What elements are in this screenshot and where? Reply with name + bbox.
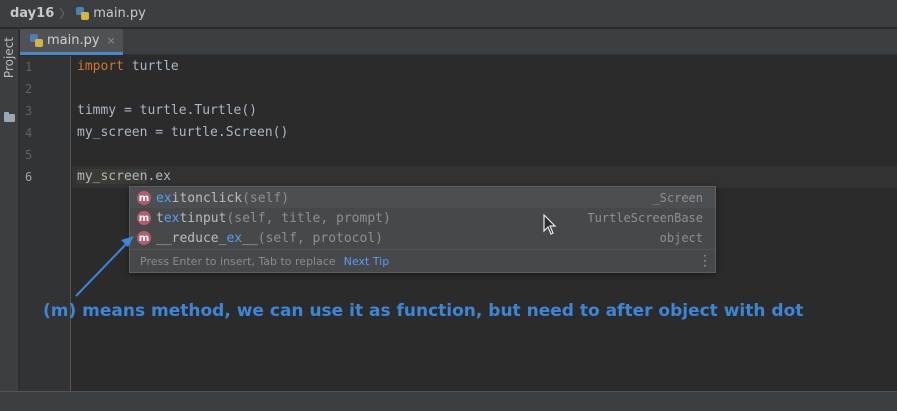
completion-item-name: textinput(self, title, prompt) [156,211,391,226]
code-text: .ex [147,169,171,184]
tab-label: main.py [47,33,100,48]
completion-footer: Press Enter to insert, Tab to replace Ne… [130,249,715,272]
annotation-caption: (m) means method, we can use it as funct… [43,301,804,321]
line-number-gutter: 1 2 3 4 5 6 [20,56,71,391]
tab-main-py[interactable]: main.py × [20,29,123,55]
folder-icon[interactable] [4,112,15,122]
name-match: ex [226,230,243,246]
code-line-4[interactable]: my_screen = turtle.Screen() [77,125,288,140]
code-completion-popup: m exitonclick(self) _Screen m textinput(… [129,186,716,273]
completion-item-name: __reduce_ex__(self, protocol) [156,231,383,246]
current-line-highlight [72,166,897,188]
name-match: ex [156,190,172,206]
signature: (self, title, prompt) [226,210,391,226]
vertical-dots-icon[interactable]: · · · [703,250,707,272]
completion-item-type: TurtleScreenBase [587,211,703,225]
completion-item[interactable]: m __reduce_ex__(self, protocol) object [130,228,715,248]
name-suffix: tinput [179,210,227,226]
breadcrumb-file[interactable]: main.py [76,6,146,21]
breadcrumb-separator-icon: 〉 [59,7,72,21]
code-line-1[interactable]: import turtle [77,59,179,74]
name-prefix: __reduce_ [156,230,227,246]
completion-item-type: _Screen [652,191,703,205]
code-line-3[interactable]: timmy = turtle.Turtle() [77,103,257,118]
name-match: ex [163,210,180,226]
line-number: 1 [25,60,33,74]
identifier-highlight: my_screen [77,169,148,184]
line-number: 3 [25,104,33,118]
method-icon: m [137,231,151,245]
close-icon[interactable]: × [107,34,116,47]
completion-item-name: exitonclick(self) [156,191,289,206]
method-icon: m [137,211,151,225]
completion-item[interactable]: m textinput(self, title, prompt) TurtleS… [130,208,715,228]
signature: (self) [242,190,290,206]
mouse-cursor-icon [543,214,557,235]
project-tool-button[interactable]: Project [2,37,16,78]
completion-item-type: object [659,231,703,245]
breadcrumb-file-label: main.py [93,6,146,21]
signature: (self, protocol) [257,230,383,246]
completion-hint: Press Enter to insert, Tab to replace [140,254,336,268]
code-line-6[interactable]: my_screen.ex [77,169,171,184]
navigation-bar: day16 〉 main.py [0,0,897,28]
python-file-icon [76,7,90,20]
name-prefix: t [156,210,164,226]
line-number: 4 [25,126,33,140]
next-tip-link[interactable]: Next Tip [344,255,390,268]
bottom-tool-bar [0,391,897,411]
tool-window-strip: Project [0,29,19,391]
completion-item[interactable]: m exitonclick(self) _Screen [130,188,715,208]
editor-tab-bar: main.py × [20,29,897,55]
name-suffix: itonclick [171,190,243,206]
method-icon: m [137,191,151,205]
line-number: 2 [25,82,33,96]
breadcrumb-project[interactable]: day16 [10,6,54,21]
line-number-current: 6 [25,170,33,184]
line-number: 5 [25,148,33,162]
keyword-import: import [77,59,124,74]
name-suffix: __ [242,230,258,246]
code-text: turtle [123,59,179,74]
python-file-icon [30,34,43,47]
